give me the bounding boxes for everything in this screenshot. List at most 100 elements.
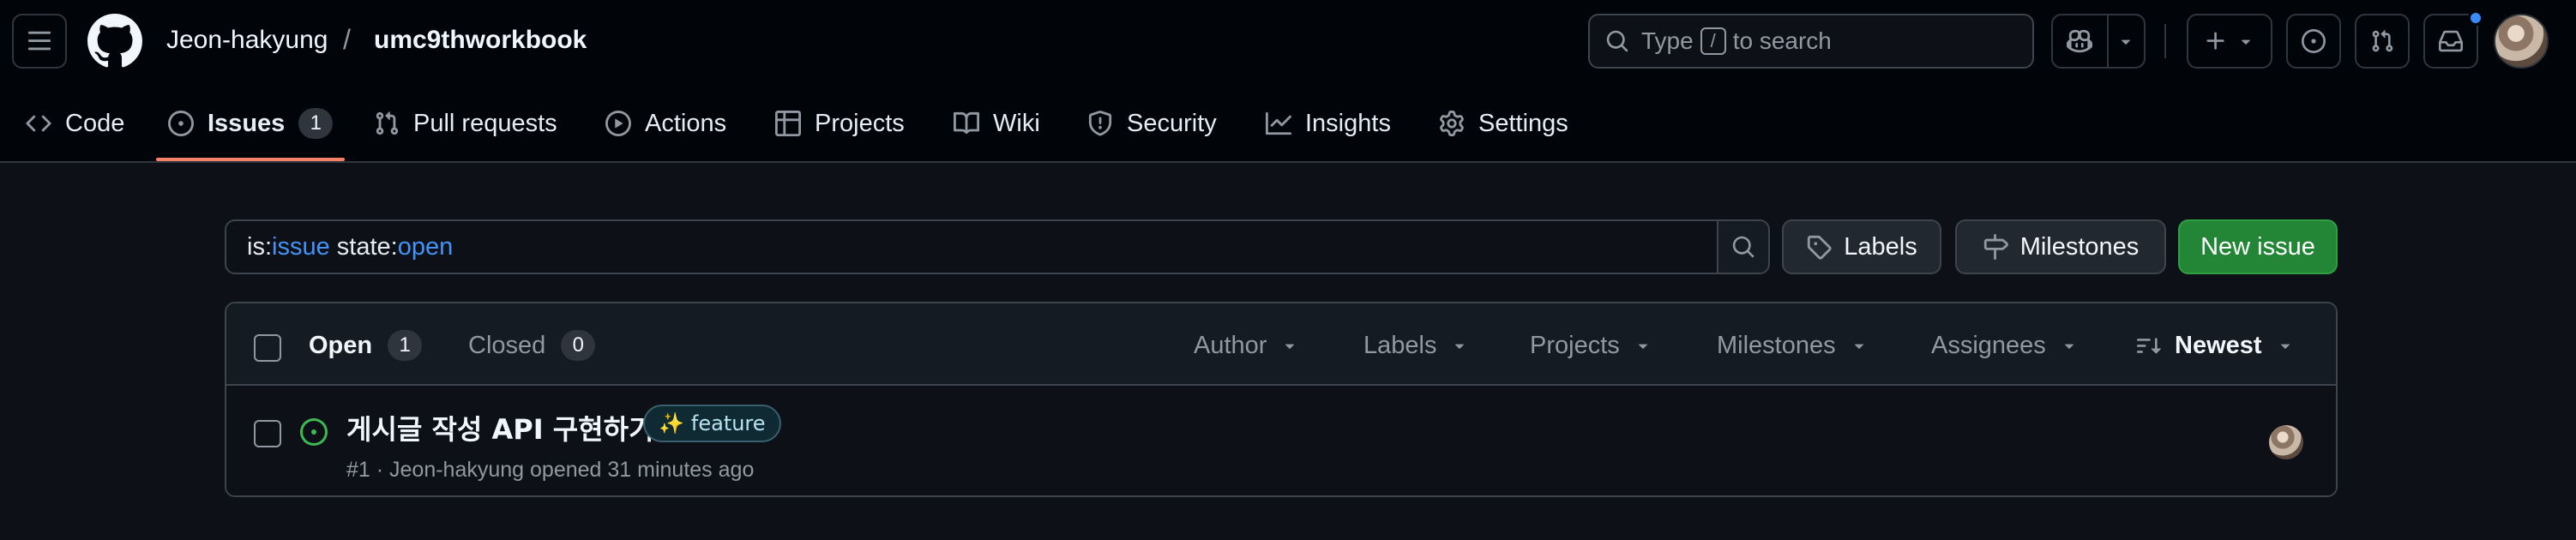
- tab-projects[interactable]: Projects: [775, 89, 905, 158]
- user-avatar[interactable]: [2494, 14, 2549, 69]
- shield-icon: [1087, 111, 1113, 136]
- search-placeholder-prefix: Type: [1641, 27, 1694, 54]
- sort-dropdown[interactable]: Newest: [2137, 327, 2295, 363]
- issues-filter-bar: is: issue state: open: [225, 219, 1770, 274]
- issues-list: Open 1 Closed 0 Author Labels Projects M…: [225, 302, 2338, 497]
- issues-count-badge: 1: [298, 108, 334, 139]
- projects-filter-dropdown[interactable]: Projects: [1530, 327, 1652, 363]
- issue-row[interactable]: 게시글 작성 API 구현하기! ✨ feature #1 · Jeon-hak…: [226, 386, 2336, 495]
- projects-filter-label: Projects: [1530, 331, 1620, 359]
- filter-qualifier-value: issue: [272, 232, 330, 261]
- code-icon: [26, 111, 51, 136]
- search-icon: [1731, 235, 1755, 259]
- labels-button-label: Labels: [1844, 232, 1917, 261]
- issue-opened-icon: [2302, 29, 2326, 53]
- play-icon: [605, 111, 631, 136]
- plus-icon: [2204, 29, 2228, 53]
- breadcrumb-separator: /: [343, 24, 351, 55]
- copilot-button[interactable]: [2053, 15, 2109, 67]
- sort-desc-icon: [2137, 333, 2161, 357]
- assignees-filter-dropdown[interactable]: Assignees: [1931, 327, 2079, 363]
- sort-label: Newest: [2175, 331, 2262, 359]
- global-header: Jeon-hakyung / umc9thworkbook Type / to …: [0, 0, 2576, 163]
- tab-settings-label: Settings: [1478, 109, 1568, 137]
- triangle-down-icon: [1850, 336, 1869, 355]
- milestone-icon: [1983, 234, 2008, 260]
- filter-qualifier-value: open: [397, 232, 454, 261]
- copilot-button-group: [2051, 14, 2146, 69]
- repo-owner-link[interactable]: Jeon-hakyung: [166, 26, 328, 55]
- header-divider: [2164, 24, 2166, 58]
- labels-filter-dropdown[interactable]: Labels: [1363, 327, 1469, 363]
- issue-select-checkbox[interactable]: [254, 420, 281, 447]
- create-new-button[interactable]: [2187, 14, 2272, 69]
- tab-pull-requests[interactable]: Pull requests: [374, 89, 557, 158]
- issue-title-link[interactable]: 게시글 작성 API 구현하기!: [346, 408, 666, 447]
- git-pull-request-icon: [374, 111, 400, 136]
- tab-insights[interactable]: Insights: [1266, 89, 1391, 158]
- git-pull-request-icon: [2370, 29, 2394, 53]
- open-issues-count: 1: [388, 330, 423, 361]
- issue-label-name: feature: [690, 411, 766, 435]
- milestones-filter-dropdown[interactable]: Milestones: [1717, 327, 1869, 363]
- tab-insights-label: Insights: [1305, 109, 1391, 137]
- milestones-button[interactable]: Milestones: [1955, 219, 2166, 274]
- repo-name-link[interactable]: umc9thworkbook: [374, 26, 587, 55]
- assignees-filter-label: Assignees: [1931, 331, 2046, 359]
- filter-search-button[interactable]: [1717, 221, 1768, 273]
- new-issue-button-label: New issue: [2200, 232, 2315, 261]
- triangle-down-icon: [2116, 32, 2135, 51]
- milestones-button-label: Milestones: [2019, 232, 2140, 261]
- copilot-dropdown-button[interactable]: [2109, 15, 2144, 67]
- labels-button[interactable]: Labels: [1782, 219, 1941, 274]
- your-issues-button[interactable]: [2286, 14, 2341, 69]
- tab-actions-label: Actions: [645, 109, 727, 137]
- triangle-down-icon: [2236, 32, 2255, 51]
- copilot-icon: [2067, 28, 2093, 54]
- your-pull-requests-button[interactable]: [2355, 14, 2410, 69]
- tab-actions[interactable]: Actions: [605, 89, 726, 158]
- milestones-filter-label: Milestones: [1717, 331, 1836, 359]
- labels-filter-label: Labels: [1363, 331, 1437, 359]
- graph-icon: [1266, 111, 1291, 136]
- closed-issues-tab[interactable]: Closed 0: [468, 327, 596, 363]
- global-search-input[interactable]: Type / to search: [1588, 14, 2034, 69]
- filter-qualifier-key: state:: [329, 232, 398, 261]
- closed-issues-count: 0: [561, 330, 596, 361]
- triangle-down-icon: [2060, 336, 2079, 355]
- issue-label-badge[interactable]: ✨ feature: [643, 405, 781, 442]
- filter-qualifier-key: is:: [247, 232, 272, 261]
- select-all-checkbox[interactable]: [254, 334, 281, 362]
- menu-button[interactable]: [12, 14, 67, 69]
- inbox-icon: [2439, 29, 2463, 53]
- tab-wiki[interactable]: Wiki: [954, 89, 1040, 158]
- author-filter-label: Author: [1194, 331, 1267, 359]
- new-issue-button[interactable]: New issue: [2178, 219, 2338, 274]
- issue-opened-icon: [300, 418, 328, 446]
- tab-code-label: Code: [65, 109, 125, 137]
- issues-list-header: Open 1 Closed 0 Author Labels Projects M…: [226, 303, 2336, 386]
- repo-nav: Code Issues 1 Pull requests Actions Proj…: [0, 89, 1629, 163]
- search-shortcut-key: /: [1700, 27, 1726, 55]
- tab-settings[interactable]: Settings: [1439, 89, 1568, 158]
- tab-projects-label: Projects: [815, 109, 905, 137]
- open-issues-tab[interactable]: Open 1: [309, 327, 423, 363]
- github-logo-icon[interactable]: [87, 14, 142, 69]
- tab-security[interactable]: Security: [1087, 89, 1217, 158]
- issues-filter-input[interactable]: is: issue state: open: [226, 221, 1717, 273]
- triangle-down-icon: [1634, 336, 1652, 355]
- unread-notification-dot: [2468, 10, 2483, 26]
- tab-issues[interactable]: Issues 1: [168, 89, 334, 158]
- tab-issues-label: Issues: [208, 109, 286, 137]
- assignee-avatar[interactable]: [2269, 425, 2303, 459]
- gear-icon: [1439, 111, 1465, 136]
- author-filter-dropdown[interactable]: Author: [1194, 327, 1299, 363]
- tab-code[interactable]: Code: [26, 89, 124, 158]
- table-icon: [775, 111, 801, 136]
- open-issues-label: Open: [309, 331, 373, 359]
- search-placeholder-suffix: to search: [1732, 27, 1832, 54]
- tag-icon: [1806, 234, 1832, 260]
- tab-security-label: Security: [1127, 109, 1217, 137]
- triangle-down-icon: [1450, 336, 1469, 355]
- book-icon: [954, 111, 979, 136]
